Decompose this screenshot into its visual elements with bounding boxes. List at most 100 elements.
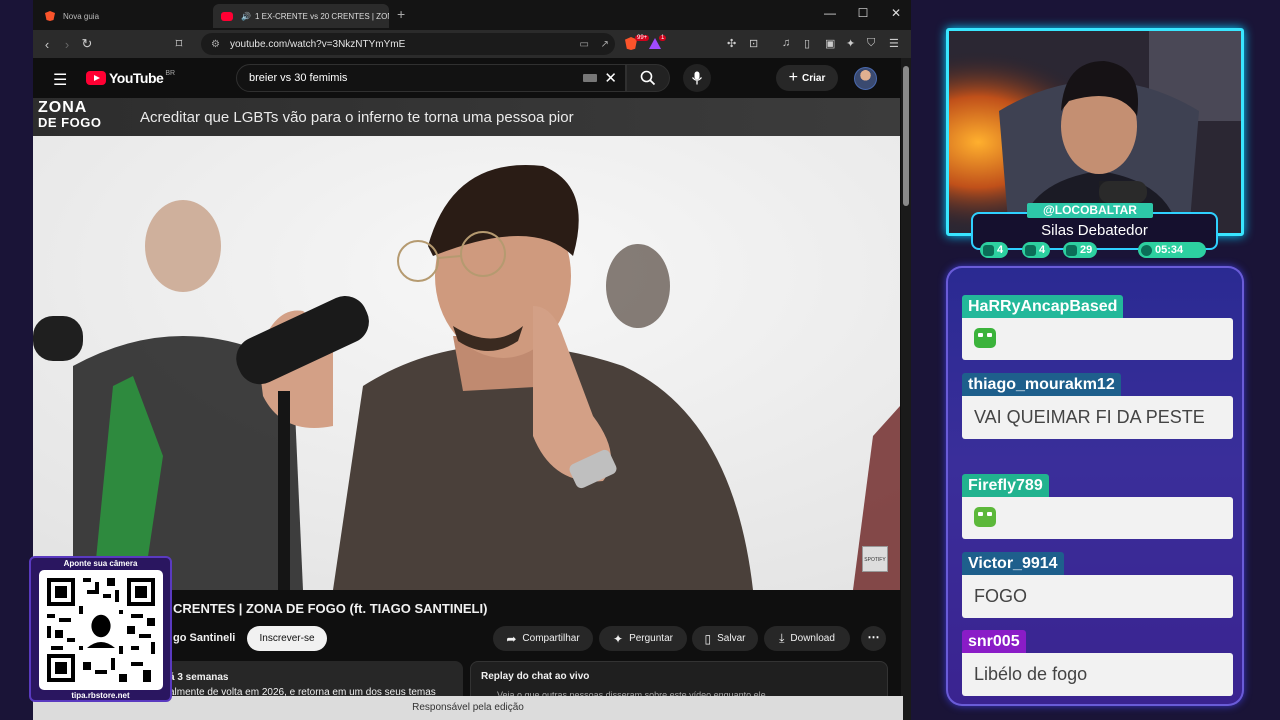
channel-watermark[interactable]: SPOTIFY <box>862 546 888 572</box>
maximize-button[interactable]: ☐ <box>848 6 878 20</box>
stat-value: 05:34 <box>1155 244 1184 256</box>
create-button[interactable]: + Criar <box>776 65 838 91</box>
back-icon[interactable]: ‹ <box>37 37 57 52</box>
media-icon[interactable]: ♫ <box>782 37 790 49</box>
share-icon[interactable]: ↗ <box>601 39 609 50</box>
voice-search-button[interactable] <box>683 64 711 92</box>
qr-code-image <box>47 578 155 682</box>
more-actions-button[interactable]: ⋯ <box>861 626 886 651</box>
share-arrow-icon: ➦ <box>506 631 517 646</box>
kick-viewer-count: 29 <box>1063 242 1098 258</box>
share-button[interactable]: ➦ Compartilhar <box>493 626 593 651</box>
new-tab-button[interactable]: + <box>397 6 405 22</box>
scrollbar-thumb[interactable] <box>903 66 909 206</box>
tab-title: Nova guia <box>63 11 100 21</box>
kick-icon <box>1066 244 1077 256</box>
subscribe-button[interactable]: Inscrever-se <box>247 626 327 651</box>
account-avatar[interactable] <box>854 67 877 90</box>
speaker-icon[interactable]: 🔊 <box>241 12 251 21</box>
youtube-play-icon <box>86 71 106 85</box>
rewards-badge: 1 <box>659 35 667 41</box>
screenshot-icon[interactable]: ⊡ <box>749 37 758 50</box>
clear-search-icon[interactable]: ✕ <box>604 69 617 87</box>
tab-new-tab[interactable]: Nova guia <box>37 4 207 28</box>
tab-youtube[interactable]: 🔊 1 EX-CRENTE vs 20 CRENTES | ZONA ✕ <box>213 4 389 28</box>
chat-message: Victor_9914 FOGO <box>962 552 1233 618</box>
chat-text: FOGO <box>962 575 1233 618</box>
search-button[interactable] <box>626 64 670 92</box>
vpn-icon[interactable]: ⛉ <box>867 37 875 50</box>
download-icon: ⤓ <box>779 631 785 645</box>
site-info-icon[interactable]: ⚙ <box>211 39 220 50</box>
close-window-button[interactable]: ✕ <box>881 6 911 20</box>
bookmark-icon: ▯ <box>704 631 712 646</box>
frog-emote-icon <box>974 507 996 527</box>
stat-value: 4 <box>1039 244 1046 256</box>
cast-icon[interactable]: ▭ <box>580 39 589 50</box>
chat-message: Firefly789 <box>962 474 1233 539</box>
ask-label: Perguntar <box>629 633 673 644</box>
chat-text <box>962 497 1233 539</box>
youtube-favicon-icon <box>221 11 233 21</box>
guide-menu-icon[interactable]: ☰ <box>53 70 67 90</box>
leo-ai-icon[interactable]: ✦ <box>846 37 855 50</box>
chat-message: thiago_mourakm12 VAI QUEIMAR FI DA PESTE <box>962 373 1233 439</box>
extensions-icon[interactable]: ✣ <box>727 37 736 50</box>
save-button[interactable]: ▯ Salvar <box>692 626 758 651</box>
search-input[interactable]: breier vs 30 femimis ✕ <box>236 64 626 92</box>
create-label: Criar <box>801 72 826 84</box>
bookmark-icon[interactable]: ⌑ <box>169 36 189 52</box>
logo-line-2: DE FOGO <box>38 115 102 130</box>
wallet-icon[interactable]: ▣ <box>825 37 835 50</box>
page-scrollbar[interactable] <box>901 58 911 720</box>
chat-username: HaRRyAncapBased <box>962 295 1124 318</box>
chat-text: Libélo de fogo <box>962 653 1233 696</box>
chat-text: VAI QUEIMAR FI DA PESTE <box>962 396 1233 439</box>
qr-caption: Aponte sua câmera <box>63 559 138 568</box>
forward-icon[interactable]: › <box>57 37 77 52</box>
qr-url: tipa.rbstore.net <box>71 691 130 700</box>
youtube-header: ☰ YouTube BR breier vs 30 femimis ✕ + Cr… <box>33 58 903 98</box>
youtube-viewer-count: 4 <box>1022 242 1051 258</box>
chat-message: HaRRyAncapBased <box>962 295 1233 360</box>
chat-username: Firefly789 <box>962 474 1049 497</box>
twitch-icon <box>983 244 994 256</box>
ask-button[interactable]: ✦ Perguntar <box>599 626 687 651</box>
reload-icon[interactable]: ↻ <box>77 36 97 52</box>
stream-uptime: 05:34 <box>1138 242 1206 258</box>
qr-code-overlay: Aponte sua câmera tipa.rbstore.net <box>29 556 172 702</box>
chat-message: snr005 Libélo de fogo <box>962 630 1233 696</box>
video-player[interactable]: ZONA DE FOGO Acreditar que LGBTs vão par… <box>33 98 900 590</box>
country-code: BR <box>165 70 176 77</box>
plus-icon: + <box>788 69 798 86</box>
youtube-logo[interactable]: YouTube BR <box>86 70 175 86</box>
keyboard-icon[interactable] <box>583 74 597 82</box>
search-query: breier vs 30 femimis <box>249 72 348 84</box>
chat-username: snr005 <box>962 630 1026 653</box>
chat-username: Victor_9914 <box>962 552 1064 575</box>
menu-icon[interactable]: ☰ <box>889 37 899 50</box>
logo-text: YouTube <box>109 70 164 86</box>
video-banner-text: Acreditar que LGBTs vão para o inferno t… <box>140 108 574 126</box>
streamer-handle: @LOCOBALTAR <box>1027 203 1153 218</box>
video-title: CRENTES | ZONA DE FOGO (ft. TIAGO SANTIN… <box>173 601 488 616</box>
tab-strip: Nova guia 🔊 1 EX-CRENTE vs 20 CRENTES | … <box>33 0 911 30</box>
youtube-icon <box>1025 244 1036 256</box>
stat-value: 4 <box>997 244 1004 256</box>
brave-icon <box>45 11 55 21</box>
stat-value: 29 <box>1080 244 1093 256</box>
url-text: youtube.com/watch?v=3NkzNTYmYmE <box>229 38 406 50</box>
clock-icon <box>1141 244 1152 256</box>
minimize-button[interactable]: — <box>815 6 845 20</box>
chat-text <box>962 318 1233 360</box>
navigation-bar: ‹ › ↻ ⌑ ⚙ youtube.com/watch?v=3NkzNTYmYm… <box>33 30 911 58</box>
search-icon <box>640 70 656 86</box>
download-label: Download <box>790 633 835 644</box>
share-label: Compartilhar <box>522 633 580 644</box>
tab-title: 1 EX-CRENTE vs 20 CRENTES | ZONA <box>254 11 389 21</box>
download-button[interactable]: ⤓ Download <box>764 626 850 651</box>
channel-name[interactable]: go Santineli <box>173 632 235 644</box>
green-face-emote-icon <box>974 328 996 348</box>
sidebar-icon[interactable]: ▯ <box>804 37 810 50</box>
address-bar[interactable]: ⚙ youtube.com/watch?v=3NkzNTYmYmE ▭ ↗ <box>201 33 615 55</box>
